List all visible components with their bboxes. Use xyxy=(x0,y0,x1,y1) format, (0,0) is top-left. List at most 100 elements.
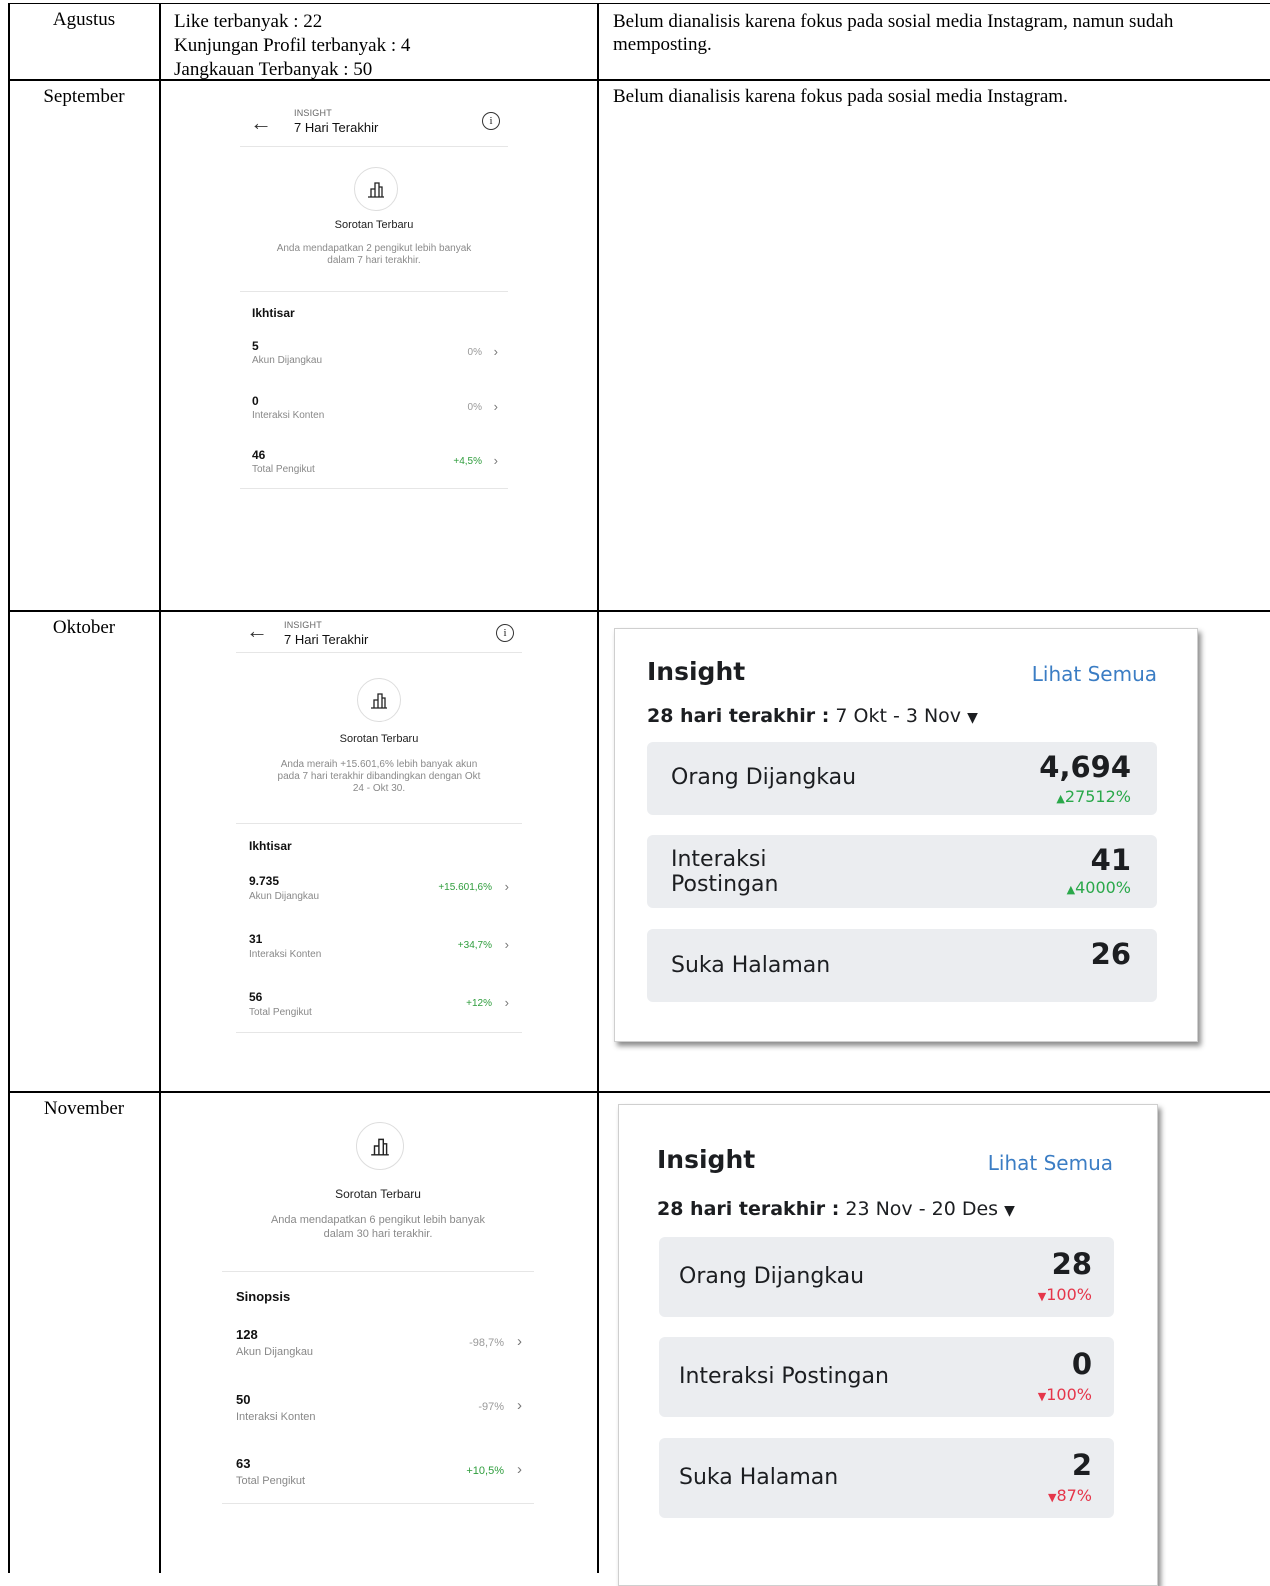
metric-change: ▼87% xyxy=(1047,1486,1092,1505)
metric-label: Akun Dijangkau xyxy=(252,355,323,366)
metric-label: Orang Dijangkau xyxy=(671,765,857,790)
header-title: 7 Hari Terakhir xyxy=(294,120,379,135)
metric-label: Total Pengikut xyxy=(236,1475,306,1487)
metric-card[interactable]: Suka Halaman 2 ▼87% xyxy=(659,1438,1114,1518)
see-all-link[interactable]: Lihat Semua xyxy=(988,1151,1113,1175)
metric-value: 9.735 xyxy=(249,874,280,888)
metric-card[interactable]: Orang Dijangkau 4,694 ▲27512% xyxy=(647,742,1157,815)
see-all-link[interactable]: Lihat Semua xyxy=(1032,662,1157,686)
table-border-left xyxy=(8,3,10,1573)
highlight-desc-line: Anda meraih +15.601,6% lebih banyak akun xyxy=(280,759,478,770)
metric-value: 50 xyxy=(236,1392,251,1407)
metric-label: Postingan xyxy=(671,872,779,897)
chevron-right-icon[interactable]: › xyxy=(505,995,509,1010)
stat-line: Kunjungan Profil terbanyak : 4 xyxy=(174,35,411,56)
date-range-selector[interactable]: 28 hari terakhir : 7 Okt - 3 Nov ▼ xyxy=(647,705,978,727)
metric-label: Interaksi Konten xyxy=(249,949,322,960)
metric-change: 0% xyxy=(467,402,482,413)
metric-value: 128 xyxy=(236,1327,258,1342)
highlight-title: Sorotan Terbaru xyxy=(339,733,419,745)
divider xyxy=(222,1503,534,1504)
chevron-right-icon[interactable]: › xyxy=(517,1397,522,1414)
metric-card[interactable]: Orang Dijangkau 28 ▼100% xyxy=(659,1237,1114,1317)
facebook-insight-card: Insight Lihat Semua 28 hari terakhir : 7… xyxy=(614,628,1198,1042)
divider xyxy=(236,823,522,824)
metric-card[interactable]: Interaksi Postingan 0 ▼100% xyxy=(659,1337,1114,1417)
header-supertitle: INSIGHT xyxy=(294,108,332,118)
metric-change: -97% xyxy=(478,1401,504,1413)
date-range-selector[interactable]: 28 hari terakhir : 23 Nov - 20 Des ▼ xyxy=(657,1198,1015,1220)
analysis-text: Belum dianalisis karena fokus pada sosia… xyxy=(613,86,1068,107)
section-title: Sinopsis xyxy=(236,1289,291,1304)
metric-label: Orang Dijangkau xyxy=(679,1264,865,1289)
month-cell: Oktober xyxy=(52,617,116,638)
header-supertitle: INSIGHT xyxy=(284,620,322,630)
metric-change: +10,5% xyxy=(466,1465,504,1477)
facebook-insight-card: Insight Lihat Semua 28 hari terakhir : 2… xyxy=(618,1104,1158,1586)
metric-label: Suka Halaman xyxy=(679,1465,839,1490)
triangle-down-icon: ▼ xyxy=(1037,1390,1047,1403)
info-icon[interactable]: i xyxy=(482,112,500,130)
header-title: 7 Hari Terakhir xyxy=(284,632,369,647)
chevron-right-icon[interactable]: › xyxy=(505,879,509,894)
row-divider xyxy=(8,1091,1270,1093)
highlight-title: Sorotan Terbaru xyxy=(335,1187,421,1201)
highlight-desc-line: Anda mendapatkan 2 pengikut lebih banyak xyxy=(276,243,472,254)
triangle-up-icon: ▲ xyxy=(1056,792,1065,805)
metric-value: 0 xyxy=(252,394,259,408)
divider xyxy=(240,291,508,292)
chevron-right-icon[interactable]: › xyxy=(517,1333,522,1350)
insight-header: ← INSIGHT 7 Hari Terakhir i xyxy=(236,612,522,653)
metric-change: ▼100% xyxy=(1037,1385,1092,1404)
chevron-right-icon[interactable]: › xyxy=(517,1461,522,1478)
metric-card[interactable]: Interaksi Postingan 41 ▲4000% xyxy=(647,835,1157,908)
highlight-title: Sorotan Terbaru xyxy=(334,219,414,231)
back-arrow-icon[interactable]: ← xyxy=(250,110,272,136)
highlight-desc-line: dalam 30 hari terakhir. xyxy=(323,1228,433,1240)
stat-line: Like terbanyak : 22 xyxy=(174,11,323,32)
metric-value: 2 xyxy=(1071,1448,1092,1482)
chevron-right-icon[interactable]: › xyxy=(494,399,498,414)
range-value: 7 Okt - 3 Nov xyxy=(835,705,962,727)
metric-change: ▼100% xyxy=(1037,1285,1092,1304)
metric-change: ▲4000% xyxy=(1066,878,1131,897)
metric-label: Akun Dijangkau xyxy=(249,891,320,902)
metric-change: +15.601,6% xyxy=(438,882,492,893)
divider xyxy=(240,488,508,489)
dropdown-caret-icon[interactable]: ▼ xyxy=(1004,1203,1015,1219)
table-border-top xyxy=(8,3,1270,4)
highlight-desc-line: 24 - Okt 30. xyxy=(352,783,406,794)
metric-value: 56 xyxy=(249,990,263,1004)
section-title: Ikhtisar xyxy=(249,839,292,853)
section-title: Ikhtisar xyxy=(252,306,295,320)
metric-label: Interaksi Konten xyxy=(236,1411,316,1423)
metric-label: Suka Halaman xyxy=(671,953,831,978)
metric-change: +12% xyxy=(466,998,492,1009)
metric-value: 63 xyxy=(236,1456,251,1471)
metric-card[interactable]: Suka Halaman 26 xyxy=(647,929,1157,1002)
info-icon[interactable]: i xyxy=(496,624,514,642)
dropdown-caret-icon[interactable]: ▼ xyxy=(967,710,978,726)
triangle-down-icon: ▼ xyxy=(1037,1290,1047,1303)
metric-change: 0% xyxy=(467,347,482,358)
column-divider xyxy=(159,3,161,1573)
column-divider xyxy=(597,3,599,1573)
instagram-insight-panel: ← INSIGHT 7 Hari Terakhir i Sorotan Terb… xyxy=(236,612,522,1034)
bar-chart-icon xyxy=(354,167,398,211)
insight-header: ← INSIGHT 7 Hari Terakhir i xyxy=(240,100,508,147)
highlight-desc-line: Anda mendapatkan 6 pengikut lebih banyak xyxy=(270,1214,486,1226)
triangle-up-icon: ▲ xyxy=(1066,883,1076,896)
metric-value: 26 xyxy=(1090,937,1131,971)
chevron-right-icon[interactable]: › xyxy=(494,344,498,359)
metric-label: Total Pengikut xyxy=(249,1007,312,1018)
metric-value: 28 xyxy=(1051,1247,1092,1281)
highlight-desc-line: dalam 7 hari terakhir. xyxy=(327,255,421,266)
insight-title: Insight xyxy=(647,657,746,686)
metric-value: 46 xyxy=(252,448,266,462)
chevron-right-icon[interactable]: › xyxy=(494,453,498,468)
back-arrow-icon[interactable]: ← xyxy=(246,618,268,644)
instagram-insight-panel: Sorotan Terbaru Anda mendapatkan 6 pengi… xyxy=(222,1100,534,1505)
row-divider xyxy=(8,610,1270,612)
month-cell: November xyxy=(43,1098,125,1119)
chevron-right-icon[interactable]: › xyxy=(505,937,509,952)
